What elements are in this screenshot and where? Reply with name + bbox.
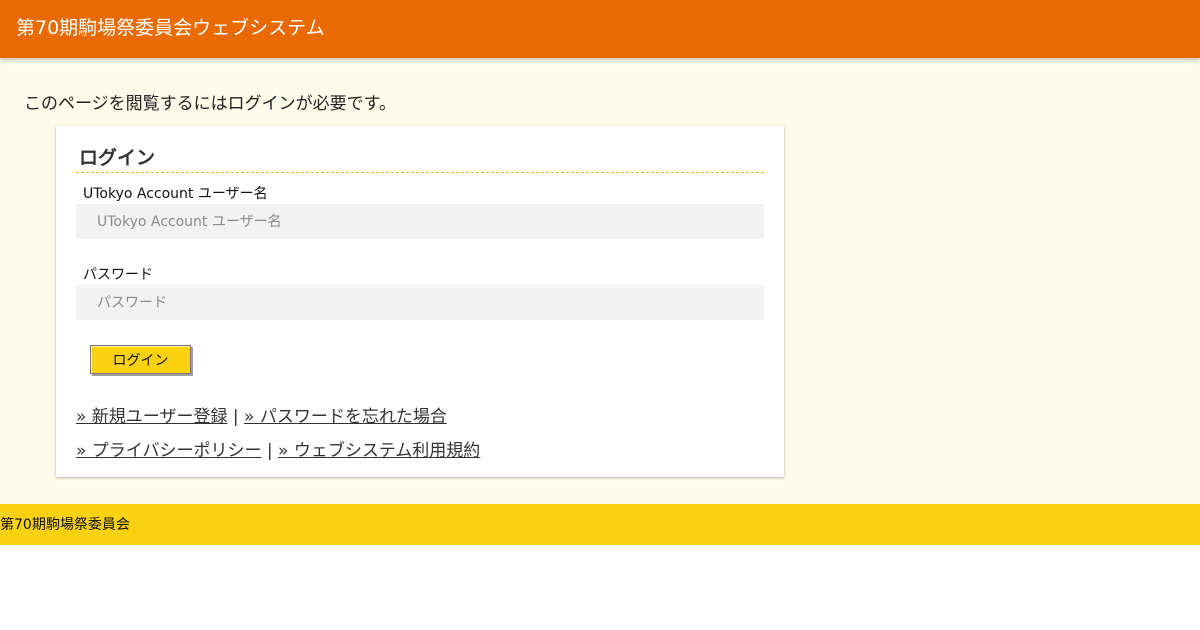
link-separator: | — [266, 441, 273, 461]
username-input[interactable] — [76, 204, 764, 239]
site-header: 第70期駒場祭委員会ウェブシステム — [0, 0, 1200, 58]
login-card: ログイン UTokyo Account ユーザー名 パスワード ログイン » 新… — [56, 126, 784, 477]
links-row-policy: » プライバシーポリシー | » ウェブシステム利用規約 — [76, 440, 480, 462]
forgot-password-link[interactable]: » パスワードを忘れた場合 — [244, 407, 447, 427]
privacy-policy-link[interactable]: » プライバシーポリシー — [76, 441, 261, 461]
signup-link[interactable]: » 新規ユーザー登録 — [76, 407, 227, 427]
footer-text: 第70期駒場祭委員会 — [0, 517, 130, 533]
password-label: パスワード — [83, 267, 153, 283]
site-title[interactable]: 第70期駒場祭委員会ウェブシステム — [16, 17, 325, 39]
login-required-notice: このページを閲覧するにはログインが必要です。 — [24, 94, 396, 114]
login-button[interactable]: ログイン — [90, 345, 191, 374]
main-content: このページを閲覧するにはログインが必要です。 ログイン UTokyo Accou… — [0, 58, 1200, 504]
username-label: UTokyo Account ユーザー名 — [83, 186, 268, 202]
page-bottom-blank — [0, 545, 1200, 630]
link-separator: | — [232, 407, 239, 427]
links-row-account: » 新規ユーザー登録 | » パスワードを忘れた場合 — [76, 406, 447, 428]
login-card-title: ログイン — [79, 147, 156, 169]
terms-link[interactable]: » ウェブシステム利用規約 — [278, 441, 480, 461]
title-divider — [76, 172, 764, 173]
password-input[interactable] — [76, 285, 764, 320]
site-footer: 第70期駒場祭委員会 — [0, 504, 1200, 545]
